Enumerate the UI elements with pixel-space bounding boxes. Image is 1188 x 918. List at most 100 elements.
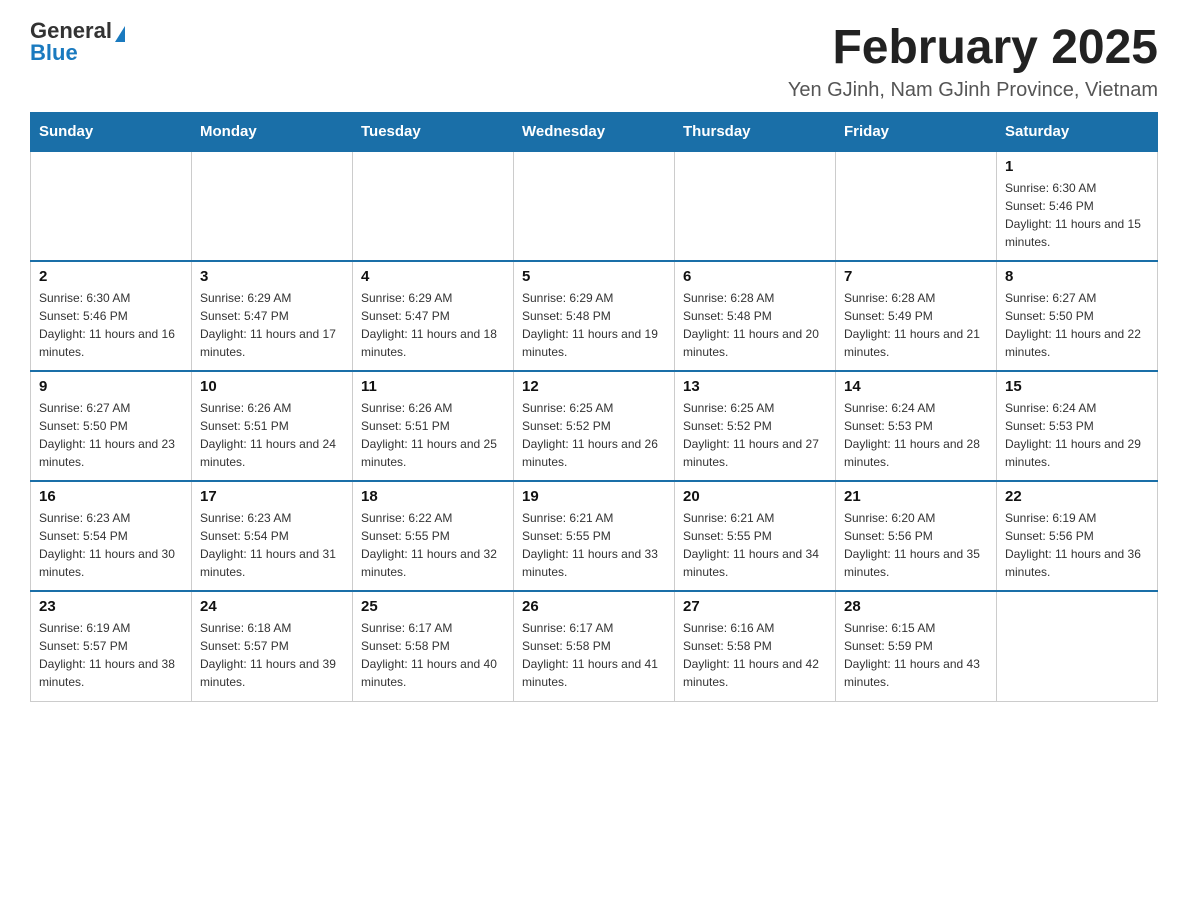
table-row: 23 Sunrise: 6:19 AMSunset: 5:57 PMDayligh… — [31, 591, 192, 701]
header-thursday: Thursday — [675, 113, 836, 152]
day-number: 1 — [1005, 158, 1149, 175]
logo: General Blue — [30, 20, 125, 64]
day-number: 12 — [522, 378, 666, 395]
day-info: Sunrise: 6:28 AMSunset: 5:48 PMDaylight:… — [683, 289, 827, 361]
table-row: 11 Sunrise: 6:26 AMSunset: 5:51 PMDayligh… — [353, 371, 514, 481]
day-info: Sunrise: 6:18 AMSunset: 5:57 PMDaylight:… — [200, 619, 344, 691]
day-info: Sunrise: 6:26 AMSunset: 5:51 PMDaylight:… — [200, 399, 344, 471]
day-info: Sunrise: 6:22 AMSunset: 5:55 PMDaylight:… — [361, 509, 505, 581]
day-info: Sunrise: 6:23 AMSunset: 5:54 PMDaylight:… — [200, 509, 344, 581]
calendar-table: Sunday Monday Tuesday Wednesday Thursday… — [30, 112, 1158, 702]
day-info: Sunrise: 6:29 AMSunset: 5:47 PMDaylight:… — [361, 289, 505, 361]
day-info: Sunrise: 6:25 AMSunset: 5:52 PMDaylight:… — [522, 399, 666, 471]
day-number: 15 — [1005, 378, 1149, 395]
table-row: 5 Sunrise: 6:29 AMSunset: 5:48 PMDaylight… — [514, 261, 675, 371]
header-saturday: Saturday — [997, 113, 1158, 152]
day-number: 16 — [39, 488, 183, 505]
day-number: 6 — [683, 268, 827, 285]
header-sunday: Sunday — [31, 113, 192, 152]
table-row — [514, 151, 675, 261]
day-number: 3 — [200, 268, 344, 285]
day-number: 7 — [844, 268, 988, 285]
day-info: Sunrise: 6:27 AMSunset: 5:50 PMDaylight:… — [1005, 289, 1149, 361]
table-row: 12 Sunrise: 6:25 AMSunset: 5:52 PMDayligh… — [514, 371, 675, 481]
day-info: Sunrise: 6:23 AMSunset: 5:54 PMDaylight:… — [39, 509, 183, 581]
table-row: 4 Sunrise: 6:29 AMSunset: 5:47 PMDaylight… — [353, 261, 514, 371]
table-row: 26Sunrise: 6:17 AMSunset: 5:58 PMDayligh… — [514, 591, 675, 701]
day-number: 13 — [683, 378, 827, 395]
day-number: 10 — [200, 378, 344, 395]
table-row — [675, 151, 836, 261]
table-row: 21 Sunrise: 6:20 AMSunset: 5:56 PMDayligh… — [836, 481, 997, 591]
table-row: 14Sunrise: 6:24 AMSunset: 5:53 PMDayligh… — [836, 371, 997, 481]
day-info: Sunrise: 6:30 AMSunset: 5:46 PMDaylight:… — [39, 289, 183, 361]
table-row: 20 Sunrise: 6:21 AMSunset: 5:55 PMDayligh… — [675, 481, 836, 591]
table-row: 28 Sunrise: 6:15 AMSunset: 5:59 PMDayligh… — [836, 591, 997, 701]
day-info: Sunrise: 6:27 AMSunset: 5:50 PMDaylight:… — [39, 399, 183, 471]
day-number: 27 — [683, 598, 827, 615]
day-info: Sunrise: 6:17 AMSunset: 5:58 PMDaylight:… — [522, 619, 666, 691]
table-row: 6 Sunrise: 6:28 AMSunset: 5:48 PMDaylight… — [675, 261, 836, 371]
table-row: 16 Sunrise: 6:23 AMSunset: 5:54 PMDayligh… — [31, 481, 192, 591]
table-row: 18 Sunrise: 6:22 AMSunset: 5:55 PMDayligh… — [353, 481, 514, 591]
day-number: 28 — [844, 598, 988, 615]
table-row: 19 Sunrise: 6:21 AMSunset: 5:55 PMDayligh… — [514, 481, 675, 591]
day-number: 21 — [844, 488, 988, 505]
day-info: Sunrise: 6:17 AMSunset: 5:58 PMDaylight:… — [361, 619, 505, 691]
table-row — [192, 151, 353, 261]
day-info: Sunrise: 6:24 AMSunset: 5:53 PMDaylight:… — [1005, 399, 1149, 471]
table-row: 9 Sunrise: 6:27 AMSunset: 5:50 PMDaylight… — [31, 371, 192, 481]
day-number: 17 — [200, 488, 344, 505]
day-info: Sunrise: 6:21 AMSunset: 5:55 PMDaylight:… — [683, 509, 827, 581]
day-info: Sunrise: 6:19 AMSunset: 5:56 PMDaylight:… — [1005, 509, 1149, 581]
header-monday: Monday — [192, 113, 353, 152]
calendar-week-row: 2 Sunrise: 6:30 AMSunset: 5:46 PMDaylight… — [31, 261, 1158, 371]
logo-text-blue: Blue — [30, 40, 78, 65]
day-info: Sunrise: 6:30 AMSunset: 5:46 PMDaylight:… — [1005, 179, 1149, 251]
table-row: 7 Sunrise: 6:28 AMSunset: 5:49 PMDaylight… — [836, 261, 997, 371]
table-row: 3 Sunrise: 6:29 AMSunset: 5:47 PMDaylight… — [192, 261, 353, 371]
day-info: Sunrise: 6:28 AMSunset: 5:49 PMDaylight:… — [844, 289, 988, 361]
day-number: 11 — [361, 378, 505, 395]
day-number: 5 — [522, 268, 666, 285]
day-info: Sunrise: 6:29 AMSunset: 5:48 PMDaylight:… — [522, 289, 666, 361]
day-number: 9 — [39, 378, 183, 395]
day-number: 20 — [683, 488, 827, 505]
page-title: February 2025 — [788, 20, 1158, 75]
page-subtitle: Yen GJinh, Nam GJinh Province, Vietnam — [788, 79, 1158, 102]
day-info: Sunrise: 6:24 AMSunset: 5:53 PMDaylight:… — [844, 399, 988, 471]
day-info: Sunrise: 6:19 AMSunset: 5:57 PMDaylight:… — [39, 619, 183, 691]
day-info: Sunrise: 6:21 AMSunset: 5:55 PMDaylight:… — [522, 509, 666, 581]
table-row — [836, 151, 997, 261]
day-info: Sunrise: 6:20 AMSunset: 5:56 PMDaylight:… — [844, 509, 988, 581]
day-number: 4 — [361, 268, 505, 285]
calendar-week-row: 16 Sunrise: 6:23 AMSunset: 5:54 PMDayligh… — [31, 481, 1158, 591]
table-row — [31, 151, 192, 261]
day-number: 2 — [39, 268, 183, 285]
calendar-week-row: 23 Sunrise: 6:19 AMSunset: 5:57 PMDayligh… — [31, 591, 1158, 701]
header-tuesday: Tuesday — [353, 113, 514, 152]
table-row: 22 Sunrise: 6:19 AMSunset: 5:56 PMDayligh… — [997, 481, 1158, 591]
day-info: Sunrise: 6:16 AMSunset: 5:58 PMDaylight:… — [683, 619, 827, 691]
day-info: Sunrise: 6:15 AMSunset: 5:59 PMDaylight:… — [844, 619, 988, 691]
calendar-header-row: Sunday Monday Tuesday Wednesday Thursday… — [31, 113, 1158, 152]
day-info: Sunrise: 6:25 AMSunset: 5:52 PMDaylight:… — [683, 399, 827, 471]
day-number: 19 — [522, 488, 666, 505]
day-number: 8 — [1005, 268, 1149, 285]
day-info: Sunrise: 6:26 AMSunset: 5:51 PMDaylight:… — [361, 399, 505, 471]
day-number: 23 — [39, 598, 183, 615]
table-row — [997, 591, 1158, 701]
day-number: 22 — [1005, 488, 1149, 505]
day-info: Sunrise: 6:29 AMSunset: 5:47 PMDaylight:… — [200, 289, 344, 361]
table-row: 17 Sunrise: 6:23 AMSunset: 5:54 PMDayligh… — [192, 481, 353, 591]
title-block: February 2025 Yen GJinh, Nam GJinh Provi… — [788, 20, 1158, 102]
table-row: 13 Sunrise: 6:25 AMSunset: 5:52 PMDayligh… — [675, 371, 836, 481]
table-row: 1 Sunrise: 6:30 AMSunset: 5:46 PMDaylight… — [997, 151, 1158, 261]
table-row: 25Sunrise: 6:17 AMSunset: 5:58 PMDayligh… — [353, 591, 514, 701]
page-header: General Blue February 2025 Yen GJinh, Na… — [30, 20, 1158, 102]
day-number: 18 — [361, 488, 505, 505]
table-row: 2 Sunrise: 6:30 AMSunset: 5:46 PMDaylight… — [31, 261, 192, 371]
day-number: 24 — [200, 598, 344, 615]
calendar-week-row: 9 Sunrise: 6:27 AMSunset: 5:50 PMDaylight… — [31, 371, 1158, 481]
header-friday: Friday — [836, 113, 997, 152]
